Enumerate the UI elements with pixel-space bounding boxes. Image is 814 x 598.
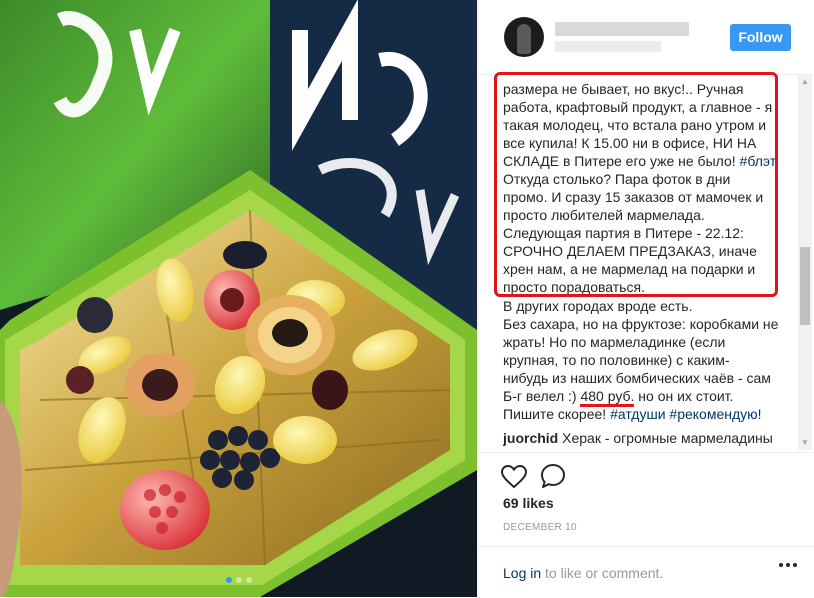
caption-line: крупная, то по половинке) с каким- bbox=[503, 352, 730, 368]
carousel-dot[interactable] bbox=[225, 577, 232, 583]
caption-line: Без сахара, но на фруктозе: коробками не bbox=[503, 316, 779, 332]
hashtag-link[interactable]: #атдуши bbox=[610, 406, 665, 422]
caption-line: работа, крафтовый продукт, а главное - я bbox=[503, 99, 773, 115]
caption-line: Откуда столько? Пара фоток в дни bbox=[503, 171, 731, 187]
action-bar bbox=[478, 452, 814, 493]
carousel-dots bbox=[0, 577, 477, 583]
caption-line: такая молодец, что встала рано утром и bbox=[503, 117, 767, 133]
location-redacted bbox=[555, 41, 661, 52]
post-caption: размера не бывает, но вкус!.. Ручная раб… bbox=[503, 75, 785, 423]
caption-line: СКЛАДЕ в Питере его уже не было! #блэт bbox=[503, 153, 777, 169]
follow-button[interactable]: Follow bbox=[730, 24, 791, 51]
comment-text: Херак - огромные мармеладины bbox=[562, 430, 773, 446]
caption-line: просто любителей мармелада. bbox=[503, 207, 705, 223]
caption-line: В других городах вроде есть. bbox=[503, 298, 693, 314]
post-sidebar: Follow размера не бывает, но вкус!.. Руч… bbox=[477, 0, 814, 597]
emoji-row bbox=[503, 449, 785, 451]
caption-line: просто порадоваться. bbox=[503, 279, 645, 295]
hashtag-link[interactable]: #блэт bbox=[740, 153, 777, 169]
more-icon[interactable] bbox=[779, 563, 797, 567]
marmalade-box-image bbox=[0, 0, 477, 597]
caption-line: нибудь из наших бомбических чаёв - сам bbox=[503, 370, 771, 386]
caption-line: промо. И сразу 15 заказов от мамочек и bbox=[503, 189, 764, 205]
caption-line: Б-г велел :) 480 руб. но он их стоит. bbox=[503, 387, 785, 407]
scrollbar-thumb[interactable] bbox=[800, 247, 810, 325]
caption-line: все купила! К 15.00 ни в офисе, НИ НА bbox=[503, 135, 757, 151]
post-header: Follow bbox=[478, 0, 814, 75]
carousel-dot[interactable] bbox=[245, 577, 252, 583]
username-redacted[interactable] bbox=[555, 22, 689, 36]
comment-username[interactable]: juorchid bbox=[503, 430, 558, 446]
comment-item: juorchid Херак - огромные мармеладины bbox=[503, 429, 785, 451]
scroll-down-icon[interactable]: ▼ bbox=[798, 436, 812, 450]
post-date: DECEMBER 10 bbox=[503, 522, 577, 533]
heart-icon[interactable] bbox=[501, 465, 527, 489]
comments-scrollbar[interactable]: ▲ ▼ bbox=[798, 75, 812, 450]
caption-line: СРОЧНО ДЕЛАЕМ ПРЕДЗАКАЗ, иначе bbox=[503, 243, 757, 259]
login-prompt: Log in to like or comment. bbox=[503, 565, 664, 581]
scroll-up-icon[interactable]: ▲ bbox=[798, 75, 812, 89]
carousel-dot[interactable] bbox=[235, 577, 242, 583]
caption-line: Пишите скорее! #атдуши #рекомендую! bbox=[503, 406, 762, 422]
post-photo[interactable] bbox=[0, 0, 477, 597]
comment-icon[interactable] bbox=[540, 463, 566, 489]
avatar[interactable] bbox=[504, 17, 544, 57]
caption-line: жрать! Но по мармеладинке (если bbox=[503, 334, 726, 350]
post-footer: Log in to like or comment. bbox=[478, 546, 814, 598]
hashtag-link[interactable]: #рекомендую! bbox=[669, 406, 761, 422]
caption-line: размера не бывает, но вкус!.. Ручная bbox=[503, 81, 744, 97]
login-link[interactable]: Log in bbox=[503, 565, 541, 581]
caption-line: хрен нам, а не мармелад на подарки и bbox=[503, 261, 756, 277]
caption-line: Следующая партия в Питере - 22.12: bbox=[503, 225, 744, 241]
comments-list[interactable]: размера не бывает, но вкус!.. Ручная раб… bbox=[503, 75, 785, 451]
likes-count[interactable]: 69 likes bbox=[503, 495, 554, 511]
